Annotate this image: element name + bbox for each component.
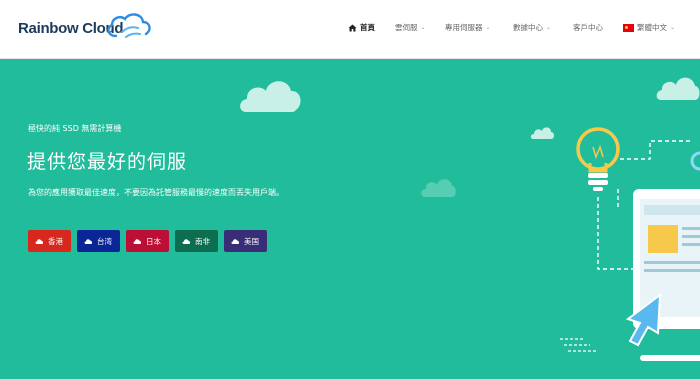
region-button-south-africa[interactable]: 南非 [175, 230, 218, 252]
nav-item-datacenter[interactable]: 數據中心 ⌄ [513, 22, 551, 33]
nav-label-cloud-server: 雲伺服 [395, 23, 418, 32]
site-header: Rainbow Cloud 首頁 雲伺服 ⌄ 專用伺服器 ⌄ 數據中心 ⌄ 客戶… [0, 0, 700, 59]
region-buttons: 香港 台湾 日本 南非 美国 [28, 230, 267, 252]
main-nav: 首頁 雲伺服 ⌄ 專用伺服器 ⌄ 數據中心 ⌄ 客戶中心 繁體中文 ⌄ [0, 22, 700, 38]
hero-subline: 為您的應用獲取最佳速度，不要因為託管服務最慢的速度而丟失用戶端。 [28, 188, 284, 197]
region-button-japan[interactable]: 日本 [126, 230, 169, 252]
chevron-down-icon: ⌄ [420, 24, 426, 31]
cloud-decoration-icon [421, 179, 456, 197]
region-label: 美国 [244, 236, 259, 246]
lightbulb-icon [576, 127, 620, 191]
region-label: 台湾 [97, 236, 112, 246]
cloud-icon [84, 239, 93, 244]
cloud-icon [35, 239, 44, 244]
cloud-icon [182, 239, 191, 244]
nav-item-client-center[interactable]: 客戶中心 [573, 22, 603, 33]
cloud-icon [231, 239, 240, 244]
hero-headline: 提供您最好的伺服 [27, 151, 188, 173]
chevron-down-icon: ⌄ [485, 24, 491, 31]
region-label: 香港 [48, 236, 63, 246]
nav-item-dedicated-server[interactable]: 專用伺服器 ⌄ [445, 22, 491, 33]
region-label: 南非 [195, 236, 210, 246]
cloud-decoration-icon [656, 77, 700, 100]
nav-item-cloud-server[interactable]: 雲伺服 ⌄ [395, 22, 426, 33]
region-button-hongkong[interactable]: 香港 [28, 230, 71, 252]
home-icon [348, 24, 357, 31]
cloud-icon [133, 239, 142, 244]
hero-illustration [560, 127, 700, 361]
hero-tagline: 極快的純 SSD 無需計算機 [28, 124, 122, 133]
nav-label-home: 首頁 [360, 23, 375, 32]
region-button-usa[interactable]: 美国 [224, 230, 267, 252]
cloud-decoration-icon [240, 81, 301, 112]
nav-item-language[interactable]: 繁體中文 ⌄ [623, 22, 675, 33]
region-button-taiwan[interactable]: 台湾 [77, 230, 120, 252]
hero-section: 極快的純 SSD 無需計算機 提供您最好的伺服 為您的應用獲取最佳速度，不要因為… [0, 59, 700, 374]
nav-label-dedicated-server: 專用伺服器 [445, 23, 483, 32]
nav-label-datacenter: 數據中心 [513, 23, 543, 32]
chevron-down-icon: ⌄ [546, 24, 552, 31]
flag-icon [623, 23, 634, 32]
nav-label-client-center: 客戶中心 [573, 23, 603, 32]
nav-item-home[interactable]: 首頁 [348, 22, 375, 33]
chevron-down-icon: ⌄ [670, 24, 676, 31]
region-label: 日本 [146, 236, 161, 246]
nav-label-language: 繁體中文 [637, 23, 667, 32]
